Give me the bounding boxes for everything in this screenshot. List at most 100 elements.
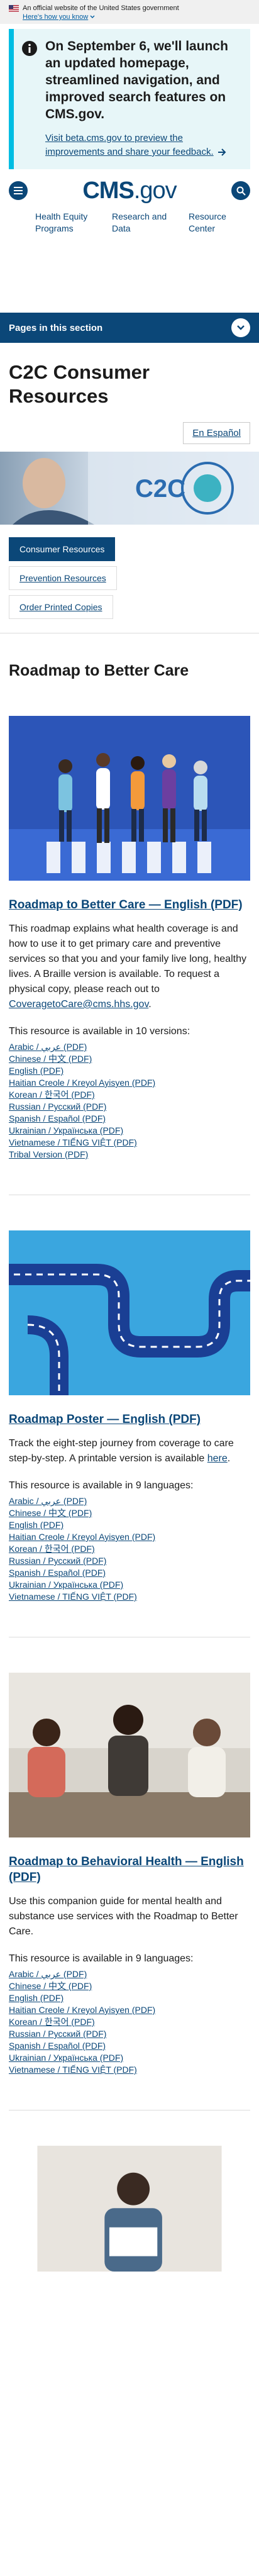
language-link[interactable]: Korean / 한국어 (PDF) <box>9 1544 95 1554</box>
language-link[interactable]: Arabic / عربي (PDF) <box>9 1042 87 1052</box>
list-item: Haitian Creole / Kreyol Ayisyen (PDF) <box>9 1077 250 1089</box>
resource-card: Roadmap to Better Care — English (PDF) T… <box>9 716 250 1161</box>
spanish-language-button[interactable]: En Español <box>183 422 250 444</box>
nav-research-and-data[interactable]: Research and Data <box>112 211 172 235</box>
email-link[interactable]: CoveragetoCare@cms.hhs.gov <box>9 999 148 1010</box>
language-link[interactable]: Korean / 한국어 (PDF) <box>9 2017 95 2027</box>
list-item: Tribal Version (PDF) <box>9 1149 250 1161</box>
language-link[interactable]: Tribal Version (PDF) <box>9 1149 88 1159</box>
language-list: Arabic / عربي (PDF) Chinese / 中文 (PDF) E… <box>9 1968 250 2076</box>
language-link[interactable]: Vietnamese / TIẾNG VIỆT (PDF) <box>9 1592 137 1602</box>
language-link[interactable]: Chinese / 中文 (PDF) <box>9 1981 92 1991</box>
roadmap-illustration <box>9 716 250 881</box>
versions-note: This resource is available in 9 language… <box>9 1953 194 1964</box>
list-item: English (PDF) <box>9 1992 250 2004</box>
site-header: CMS.gov <box>0 169 259 204</box>
language-link[interactable]: Russian / Русский (PDF) <box>9 1101 106 1112</box>
language-link[interactable]: English (PDF) <box>9 1066 63 1076</box>
list-item: Arabic / عربي (PDF) <box>9 1495 250 1507</box>
subnav-consumer-resources[interactable]: Consumer Resources <box>9 537 116 561</box>
list-item: Russian / Русский (PDF) <box>9 1555 250 1567</box>
card-description-text: This roadmap explains what health covera… <box>9 923 246 995</box>
list-item: Chinese / 中文 (PDF) <box>9 1980 250 1992</box>
versions-note: This resource is available in 10 version… <box>9 1026 190 1037</box>
resource-card: Roadmap to Behavioral Health — English (… <box>9 1673 250 2076</box>
list-item: Vietnamese / TIẾNG VIỆT (PDF) <box>9 1137 250 1149</box>
subnav-order-printed-copies[interactable]: Order Printed Copies <box>9 595 113 619</box>
language-link[interactable]: Spanish / Español (PDF) <box>9 1568 106 1578</box>
list-item: Haitian Creole / Kreyol Ayisyen (PDF) <box>9 2004 250 2016</box>
language-list: Arabic / عربي (PDF) Chinese / 中文 (PDF) E… <box>9 1041 250 1161</box>
language-link[interactable]: Chinese / 中文 (PDF) <box>9 1054 92 1064</box>
language-list: Arabic / عربي (PDF) Chinese / 中文 (PDF) E… <box>9 1495 250 1603</box>
list-item: Ukrainian / Українська (PDF) <box>9 1125 250 1137</box>
subnav-prevention-resources[interactable]: Prevention Resources <box>9 566 117 590</box>
search-button[interactable] <box>231 181 250 200</box>
section-nav-label: Pages in this section <box>9 322 103 333</box>
language-link[interactable]: Haitian Creole / Kreyol Ayisyen (PDF) <box>9 1078 155 1088</box>
versions-note: This resource is available in 9 language… <box>9 1480 194 1491</box>
list-item: Arabic / عربي (PDF) <box>9 1041 250 1053</box>
language-link[interactable]: Ukrainian / Українська (PDF) <box>9 1580 123 1590</box>
how-you-know-label: Here's how you know <box>23 13 89 21</box>
page-title: C2C Consumer Resources <box>9 361 150 407</box>
info-icon <box>22 41 37 56</box>
language-link[interactable]: Arabic / عربي (PDF) <box>9 1496 87 1506</box>
list-item: Russian / Русский (PDF) <box>9 1101 250 1113</box>
roadmap-poster-illustration <box>9 1230 250 1395</box>
menu-icon <box>14 187 23 194</box>
section-title: Roadmap to Better Care <box>9 662 189 679</box>
section-nav-chevron <box>231 318 250 337</box>
list-item: Ukrainian / Українська (PDF) <box>9 2052 250 2064</box>
card-description-text: Track the eight-step journey from covera… <box>9 1438 234 1464</box>
language-link[interactable]: Russian / Русский (PDF) <box>9 2029 106 2039</box>
cms-logo[interactable]: CMS.gov <box>82 177 177 204</box>
reading-person-photo <box>37 2146 222 2272</box>
language-link[interactable]: Russian / Русский (PDF) <box>9 1556 106 1566</box>
alert-link[interactable]: Visit beta.cms.gov to preview the improv… <box>45 133 226 157</box>
menu-button[interactable] <box>9 181 28 200</box>
chevron-down-icon <box>90 15 95 18</box>
language-link[interactable]: Chinese / 中文 (PDF) <box>9 1508 92 1518</box>
language-link[interactable]: Korean / 한국어 (PDF) <box>9 1090 95 1100</box>
resource-card: Roadmap Poster — English (PDF) Track the… <box>9 1230 250 1603</box>
site-alert: On September 6, we'll launch an updated … <box>9 29 250 169</box>
card-title-link[interactable]: Roadmap Poster — English (PDF) <box>9 1413 201 1426</box>
logo-main: CMS <box>82 177 134 204</box>
language-link[interactable]: Spanish / Español (PDF) <box>9 1113 106 1124</box>
logo-suffix: .gov <box>133 177 177 204</box>
language-link[interactable]: Vietnamese / TIẾNG VIỆT (PDF) <box>9 2065 137 2075</box>
language-link[interactable]: Haitian Creole / Kreyol Ayisyen (PDF) <box>9 2005 155 2015</box>
list-item: Ukrainian / Українська (PDF) <box>9 1579 250 1591</box>
list-item: Korean / 한국어 (PDF) <box>9 2016 250 2028</box>
language-link[interactable]: Vietnamese / TIẾNG VIỆT (PDF) <box>9 1137 137 1147</box>
language-link[interactable]: Spanish / Español (PDF) <box>9 2041 106 2051</box>
list-item: Korean / 한국어 (PDF) <box>9 1089 250 1101</box>
language-link[interactable]: Haitian Creole / Kreyol Ayisyen (PDF) <box>9 1532 155 1542</box>
section-nav-toggle[interactable]: Pages in this section <box>0 313 259 343</box>
language-link[interactable]: Ukrainian / Українська (PDF) <box>9 1125 123 1135</box>
language-link[interactable]: English (PDF) <box>9 1993 63 2003</box>
arrow-right-icon <box>218 148 226 156</box>
card-description: This roadmap explains what health covera… <box>9 922 250 1012</box>
list-item: Vietnamese / TIẾNG VIỆT (PDF) <box>9 2064 250 2076</box>
how-you-know-link[interactable]: Here's how you know <box>23 13 95 21</box>
list-item: Spanish / Español (PDF) <box>9 2040 250 2052</box>
language-link[interactable]: Ukrainian / Українська (PDF) <box>9 2053 123 2063</box>
alert-title: On September 6, we'll launch an updated … <box>45 39 228 121</box>
card-title-link[interactable]: Roadmap to Better Care — English (PDF) <box>9 898 243 912</box>
language-link[interactable]: Arabic / عربي (PDF) <box>9 1969 87 1979</box>
chevron-down-icon <box>237 325 245 330</box>
list-item: Spanish / Español (PDF) <box>9 1113 250 1125</box>
alert-link-text: Visit beta.cms.gov to preview the improv… <box>45 133 214 157</box>
printable-version-link[interactable]: here <box>207 1453 228 1464</box>
resource-subnav: Consumer Resources Prevention Resources … <box>9 537 250 619</box>
list-item: Arabic / عربي (PDF) <box>9 1968 250 1980</box>
list-item: Haitian Creole / Kreyol Ayisyen (PDF) <box>9 1531 250 1543</box>
language-link[interactable]: English (PDF) <box>9 1520 63 1530</box>
card-title-link[interactable]: Roadmap to Behavioral Health — English (… <box>9 1855 244 1884</box>
list-item: Vietnamese / TIẾNG VIỆT (PDF) <box>9 1591 250 1603</box>
card-description-end: . <box>227 1453 231 1464</box>
nav-health-equity-programs[interactable]: Health Equity Programs <box>35 211 96 235</box>
nav-resource-center[interactable]: Resource Center <box>189 211 249 235</box>
